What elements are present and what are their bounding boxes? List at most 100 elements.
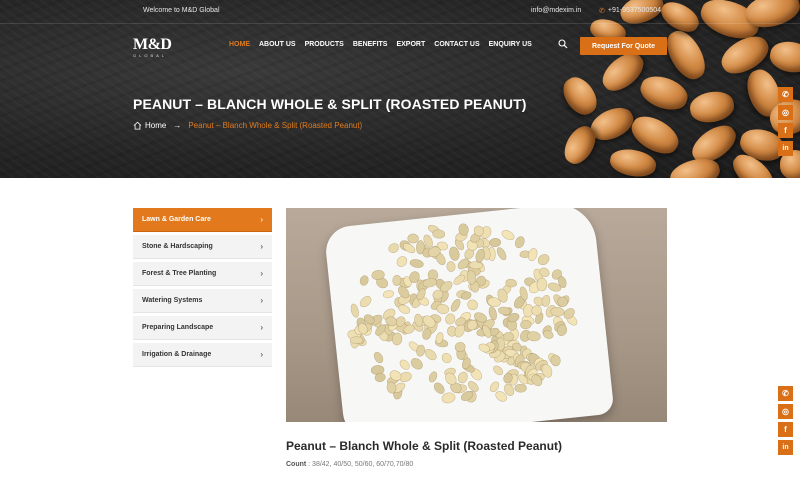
peanut-kernel-shape — [428, 371, 438, 383]
peanut-kernel-shape — [450, 298, 461, 312]
request-quote-button[interactable]: Request For Quote — [580, 37, 667, 55]
breadcrumb: Home → Peanut – Blanch Whole & Split (Ro… — [133, 121, 362, 130]
peanut-kernel-shape — [349, 336, 364, 345]
product-image — [286, 208, 667, 422]
nav-item-products[interactable]: PRODUCTS — [305, 41, 344, 48]
chevron-right-icon: › — [260, 296, 263, 305]
phone-icon: ✆ — [599, 8, 605, 15]
peanut-kernel-shape — [424, 349, 437, 361]
nav-item-enquiry-us[interactable]: ENQUIRY US — [489, 41, 532, 48]
peanut-kernel-shape — [409, 259, 424, 268]
peanut-kernel-shape — [350, 303, 359, 318]
sidebar-item-label: Forest & Tree Planting — [142, 270, 217, 277]
peanut-kernel-shape — [457, 371, 468, 384]
sidebar-item-label: Preparing Landscape — [142, 324, 214, 331]
social-sidebar-top: ✆ ◎ f in — [778, 87, 793, 156]
peanut-kernels-image — [347, 223, 578, 404]
peanut-kernel-shape — [467, 299, 478, 311]
sidebar-item-forest-tree-planting[interactable]: Forest & Tree Planting › — [133, 262, 272, 286]
hero-banner: Welcome to M&D Global info@mdexim.in ✆ +… — [0, 0, 800, 178]
main-nav: HOME ABOUT US PRODUCTS BENEFITS EXPORT C… — [229, 41, 541, 48]
roasted-peanut-shape — [636, 70, 692, 116]
peanut-kernel-shape — [514, 383, 527, 393]
peanut-kernel-shape — [441, 352, 452, 364]
category-sidebar: Lawn & Garden Care › Stone & Hardscaping… — [133, 208, 272, 370]
breadcrumb-home-link[interactable]: Home — [145, 121, 166, 130]
count-label: Count — [286, 461, 307, 468]
sidebar-item-stone-hardscaping[interactable]: Stone & Hardscaping › — [133, 235, 272, 259]
roasted-peanut-shape — [687, 88, 737, 126]
phone-number: +91-9537500504 — [607, 7, 662, 14]
peanut-kernel-shape — [488, 306, 497, 321]
breadcrumb-current: Peanut – Blanch Whole & Split (Roasted P… — [188, 121, 363, 130]
count-value: : 38/42, 40/50, 50/60, 60/70,70/80 — [308, 461, 414, 468]
logo-subtext: GLOBAL — [133, 53, 168, 58]
peanut-kernel-shape — [537, 254, 550, 266]
social-sidebar-bottom: ✆ ◎ f in — [778, 386, 793, 455]
peanut-kernel-shape — [536, 277, 548, 292]
facebook-icon[interactable]: f — [778, 123, 793, 138]
top-bar: Welcome to M&D Global info@mdexim.in ✆ +… — [0, 0, 800, 24]
peanut-kernel-shape — [399, 359, 410, 370]
chevron-right-icon: › — [260, 242, 263, 251]
page-title: PEANUT – BLANCH WHOLE & SPLIT (ROASTED P… — [133, 96, 527, 112]
phone-icon[interactable]: ✆ — [778, 87, 793, 102]
peanut-kernel-shape — [382, 290, 394, 299]
roasted-peanut-shape — [608, 146, 658, 178]
home-icon — [133, 121, 142, 130]
nav-item-benefits[interactable]: BENEFITS — [353, 41, 388, 48]
email-link[interactable]: info@mdexim.in — [531, 7, 581, 14]
nav-item-contact-us[interactable]: CONTACT US — [434, 41, 479, 48]
nav-item-export[interactable]: EXPORT — [396, 41, 425, 48]
peanut-kernel-shape — [528, 248, 538, 262]
peanut-kernel-shape — [501, 230, 515, 241]
phone-icon[interactable]: ✆ — [778, 386, 793, 401]
linkedin-icon[interactable]: in — [778, 440, 793, 455]
nav-item-home[interactable]: HOME — [229, 41, 250, 48]
chevron-right-icon: › — [260, 350, 263, 359]
peanut-kernel-shape — [392, 274, 402, 286]
roasted-peanut-shape — [557, 71, 603, 121]
sidebar-item-label: Irrigation & Drainage — [142, 351, 212, 358]
peanut-kernel-shape — [359, 296, 372, 308]
chevron-right-icon: › — [260, 269, 263, 278]
sidebar-item-preparing-landscape[interactable]: Preparing Landscape › — [133, 316, 272, 340]
facebook-icon[interactable]: f — [778, 422, 793, 437]
welcome-text: Welcome to M&D Global — [143, 7, 220, 14]
peanut-kernel-shape — [407, 233, 419, 244]
sidebar-item-watering-systems[interactable]: Watering Systems › — [133, 289, 272, 313]
site-logo[interactable]: M&D GLOBAL — [133, 36, 172, 58]
peanut-kernel-shape — [388, 243, 399, 253]
breadcrumb-separator: → — [173, 121, 182, 130]
chevron-right-icon: › — [260, 323, 263, 332]
roasted-peanut-shape — [660, 24, 712, 86]
chevron-right-icon: › — [260, 215, 263, 224]
logo-mark: M&D — [133, 36, 172, 53]
peanut-kernel-shape — [432, 229, 446, 239]
roasted-peanut-shape — [767, 38, 800, 76]
sidebar-item-irrigation-drainage[interactable]: Irrigation & Drainage › — [133, 343, 272, 367]
linkedin-icon[interactable]: in — [778, 141, 793, 156]
sidebar-item-lawn-garden-care[interactable]: Lawn & Garden Care › — [133, 208, 272, 232]
whatsapp-icon[interactable]: ◎ — [778, 404, 793, 419]
sidebar-item-label: Watering Systems — [142, 297, 203, 304]
sidebar-item-label: Lawn & Garden Care — [142, 216, 211, 223]
search-icon[interactable] — [558, 39, 568, 49]
sidebar-item-label: Stone & Hardscaping — [142, 243, 213, 250]
peanut-kernel-shape — [410, 358, 423, 370]
peanut-kernel-shape — [445, 313, 456, 325]
peanut-kernel-shape — [359, 275, 369, 286]
peanut-kernel-shape — [433, 382, 445, 394]
peanut-kernel-shape — [541, 294, 551, 307]
peanut-kernel-shape — [496, 247, 507, 261]
peanut-kernel-shape — [503, 332, 515, 342]
peanut-kernel-shape — [441, 392, 456, 404]
whatsapp-icon[interactable]: ◎ — [778, 105, 793, 120]
peanut-kernel-shape — [373, 351, 384, 364]
product-count: Count : 38/42, 40/50, 50/60, 60/70,70/80 — [286, 461, 413, 468]
peanut-kernel-shape — [489, 237, 501, 248]
phone-link[interactable]: ✆ +91-9537500504 — [599, 7, 661, 15]
nav-item-about-us[interactable]: ABOUT US — [259, 41, 296, 48]
peanut-kernel-shape — [396, 256, 408, 267]
product-name: Peanut – Blanch Whole & Split (Roasted P… — [286, 439, 563, 453]
